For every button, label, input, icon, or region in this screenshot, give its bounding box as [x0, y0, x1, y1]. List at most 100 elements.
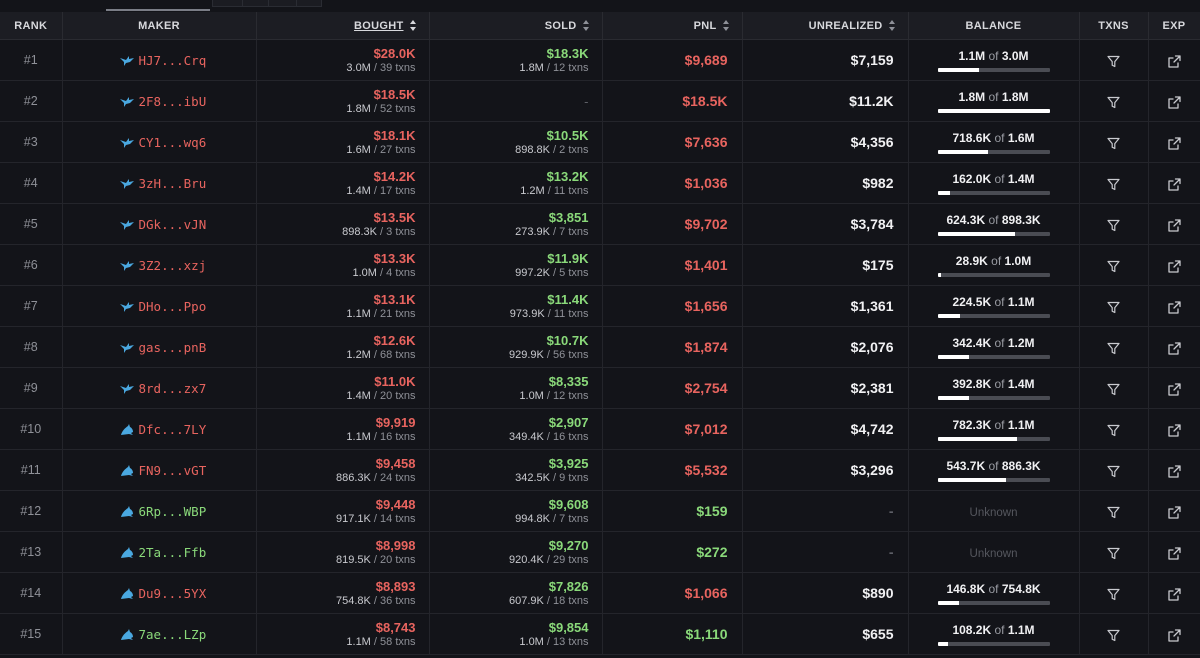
txns-filter-cell[interactable]	[1079, 39, 1149, 81]
column-header-balance[interactable]: BALANCE	[908, 12, 1080, 40]
maker-address-link[interactable]: DHo...Ppo	[139, 299, 207, 314]
maker-address-link[interactable]: 2F8...ibU	[139, 94, 207, 109]
explorer-link-cell[interactable]	[1148, 531, 1200, 573]
txns-filter-cell[interactable]	[1079, 572, 1149, 614]
filter-icon[interactable]	[1107, 219, 1120, 232]
txns-filter-cell[interactable]	[1079, 162, 1149, 204]
maker-cell[interactable]: gas...pnB	[62, 326, 257, 368]
trader-row[interactable]: #3 CY1...wq6 $18.1K 1.6M / 27 txns $10.5…	[0, 121, 1200, 163]
filter-icon[interactable]	[1107, 465, 1120, 478]
external-link-icon[interactable]	[1167, 259, 1181, 273]
maker-cell[interactable]: Dfc...7LY	[62, 408, 257, 450]
txns-filter-cell[interactable]	[1079, 449, 1149, 491]
trader-row[interactable]: #1 HJ7...Crq $28.0K 3.0M / 39 txns $18.3…	[0, 39, 1200, 81]
toolbar-segment[interactable]	[296, 0, 322, 7]
filter-icon[interactable]	[1107, 260, 1120, 273]
trader-row[interactable]: #4 3zH...Bru $14.2K 1.4M / 17 txns $13.2…	[0, 162, 1200, 204]
filter-icon[interactable]	[1107, 588, 1120, 601]
external-link-icon[interactable]	[1167, 136, 1181, 150]
toolbar-segment[interactable]	[212, 0, 244, 7]
explorer-link-cell[interactable]	[1148, 203, 1200, 245]
maker-cell[interactable]: 3zH...Bru	[62, 162, 257, 204]
maker-address-link[interactable]: Dfc...7LY	[139, 422, 207, 437]
external-link-icon[interactable]	[1167, 423, 1181, 437]
trader-row[interactable]: #10 Dfc...7LY $9,919 1.1M / 16 txns $2,9…	[0, 408, 1200, 450]
filter-icon[interactable]	[1107, 342, 1120, 355]
txns-filter-cell[interactable]	[1079, 490, 1149, 532]
external-link-icon[interactable]	[1167, 300, 1181, 314]
maker-address-link[interactable]: Du9...5YX	[139, 586, 207, 601]
sort-icon[interactable]	[722, 20, 730, 32]
explorer-link-cell[interactable]	[1148, 39, 1200, 81]
external-link-icon[interactable]	[1167, 95, 1181, 109]
maker-address-link[interactable]: 3Z2...xzj	[139, 258, 207, 273]
maker-cell[interactable]: DGk...vJN	[62, 203, 257, 245]
maker-cell[interactable]: 8rd...zx7	[62, 367, 257, 409]
maker-cell[interactable]: Du9...5YX	[62, 572, 257, 614]
filter-icon[interactable]	[1107, 178, 1120, 191]
external-link-icon[interactable]	[1167, 587, 1181, 601]
column-header-pnl[interactable]: PNL	[602, 12, 743, 40]
filter-icon[interactable]	[1107, 424, 1120, 437]
column-header-sold[interactable]: SOLD	[429, 12, 603, 40]
explorer-link-cell[interactable]	[1148, 80, 1200, 122]
txns-filter-cell[interactable]	[1079, 367, 1149, 409]
maker-address-link[interactable]: DGk...vJN	[139, 217, 207, 232]
explorer-link-cell[interactable]	[1148, 162, 1200, 204]
filter-icon[interactable]	[1107, 137, 1120, 150]
txns-filter-cell[interactable]	[1079, 613, 1149, 655]
trader-row[interactable]: #13 2Ta...Ffb $8,998 819.5K / 20 txns $9…	[0, 531, 1200, 573]
maker-cell[interactable]: HJ7...Crq	[62, 39, 257, 81]
trader-row[interactable]: #6 3Z2...xzj $13.3K 1.0M / 4 txns $11.9K…	[0, 244, 1200, 286]
filter-icon[interactable]	[1107, 547, 1120, 560]
maker-address-link[interactable]: FN9...vGT	[139, 463, 207, 478]
maker-cell[interactable]: 2F8...ibU	[62, 80, 257, 122]
filter-icon[interactable]	[1107, 301, 1120, 314]
maker-address-link[interactable]: 6Rp...WBP	[139, 504, 207, 519]
maker-address-link[interactable]: 7ae...LZp	[139, 627, 207, 642]
sort-icon[interactable]	[409, 20, 417, 32]
txns-filter-cell[interactable]	[1079, 326, 1149, 368]
filter-icon[interactable]	[1107, 55, 1120, 68]
explorer-link-cell[interactable]	[1148, 408, 1200, 450]
trader-row[interactable]: #9 8rd...zx7 $11.0K 1.4M / 20 txns $8,33…	[0, 367, 1200, 409]
filter-icon[interactable]	[1107, 383, 1120, 396]
trader-row[interactable]: #11 FN9...vGT $9,458 886.3K / 24 txns $3…	[0, 449, 1200, 491]
external-link-icon[interactable]	[1167, 382, 1181, 396]
filter-icon[interactable]	[1107, 506, 1120, 519]
trader-row[interactable]: #8 gas...pnB $12.6K 1.2M / 68 txns $10.7…	[0, 326, 1200, 368]
explorer-link-cell[interactable]	[1148, 490, 1200, 532]
external-link-icon[interactable]	[1167, 628, 1181, 642]
explorer-link-cell[interactable]	[1148, 367, 1200, 409]
maker-cell[interactable]: 6Rp...WBP	[62, 490, 257, 532]
txns-filter-cell[interactable]	[1079, 408, 1149, 450]
maker-address-link[interactable]: 3zH...Bru	[139, 176, 207, 191]
explorer-link-cell[interactable]	[1148, 613, 1200, 655]
explorer-link-cell[interactable]	[1148, 449, 1200, 491]
maker-address-link[interactable]: 8rd...zx7	[139, 381, 207, 396]
txns-filter-cell[interactable]	[1079, 285, 1149, 327]
column-header-bought[interactable]: BOUGHT	[256, 12, 430, 40]
txns-filter-cell[interactable]	[1079, 203, 1149, 245]
maker-address-link[interactable]: 2Ta...Ffb	[139, 545, 207, 560]
maker-address-link[interactable]: gas...pnB	[139, 340, 207, 355]
column-header-rank[interactable]: RANK	[0, 12, 63, 40]
maker-address-link[interactable]: HJ7...Crq	[139, 53, 207, 68]
trader-row[interactable]: #7 DHo...Ppo $13.1K 1.1M / 21 txns $11.4…	[0, 285, 1200, 327]
maker-cell[interactable]: CY1...wq6	[62, 121, 257, 163]
trader-row[interactable]: #15 7ae...LZp $8,743 1.1M / 58 txns $9,8…	[0, 613, 1200, 655]
external-link-icon[interactable]	[1167, 341, 1181, 355]
explorer-link-cell[interactable]	[1148, 121, 1200, 163]
column-header-unrealized[interactable]: UNREALIZED	[742, 12, 909, 40]
external-link-icon[interactable]	[1167, 54, 1181, 68]
txns-filter-cell[interactable]	[1079, 244, 1149, 286]
external-link-icon[interactable]	[1167, 218, 1181, 232]
txns-filter-cell[interactable]	[1079, 121, 1149, 163]
external-link-icon[interactable]	[1167, 177, 1181, 191]
filter-icon[interactable]	[1107, 96, 1120, 109]
explorer-link-cell[interactable]	[1148, 244, 1200, 286]
external-link-icon[interactable]	[1167, 505, 1181, 519]
filter-icon[interactable]	[1107, 629, 1120, 642]
toolbar-segment[interactable]	[242, 0, 270, 7]
trader-row[interactable]: #14 Du9...5YX $8,893 754.8K / 36 txns $7…	[0, 572, 1200, 614]
